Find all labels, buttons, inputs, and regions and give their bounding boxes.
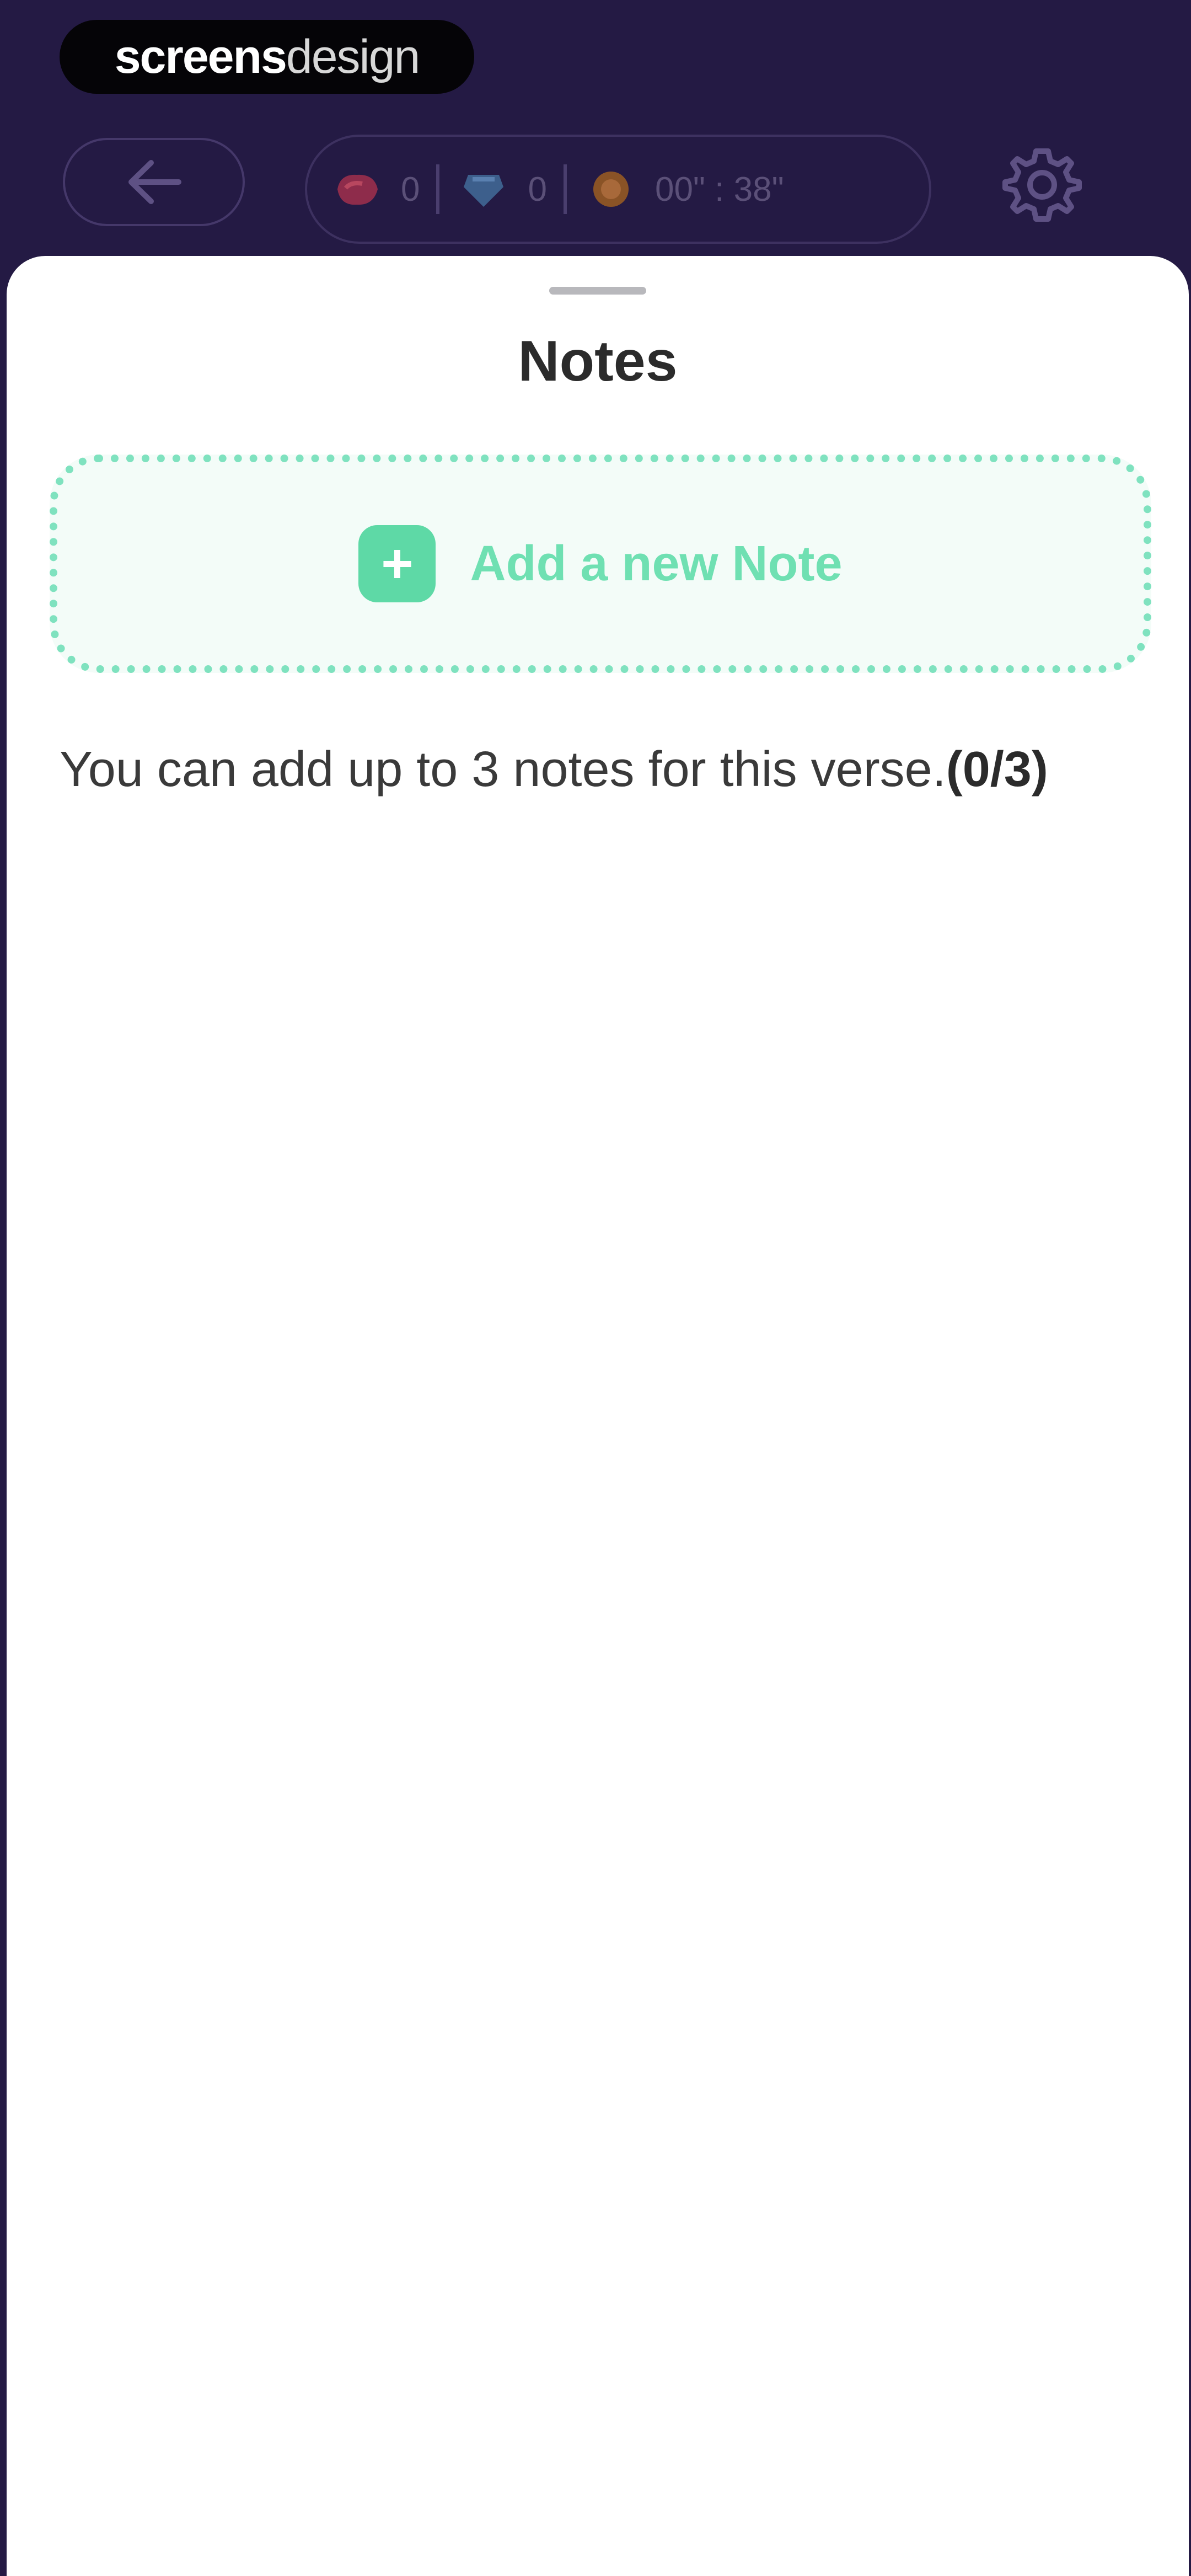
plus-icon: + <box>358 525 436 602</box>
stat-divider <box>563 164 567 214</box>
sheet-title: Notes <box>518 329 678 393</box>
add-note-button[interactable]: + Add a new Note <box>50 455 1151 673</box>
watermark-brand-bold: screens <box>114 30 287 83</box>
red-gem-icon <box>337 174 378 205</box>
top-bar: screens design 0 0 00" : 38" <box>0 0 1191 259</box>
arrow-left-icon <box>128 160 181 204</box>
amber-gem-icon <box>593 172 629 207</box>
stat-blue-value: 0 <box>528 170 547 209</box>
screensdesign-watermark: screens design <box>60 20 474 94</box>
blue-gem-icon <box>464 175 504 207</box>
notes-bottom-sheet: Notes + Add a new Note You can add up to… <box>7 256 1189 2576</box>
notes-count: (0/3) <box>946 742 1048 797</box>
notes-limit-info: You can add up to 3 notes for this verse… <box>60 741 1162 798</box>
sheet-grabber[interactable] <box>549 287 646 295</box>
back-button[interactable] <box>63 138 245 226</box>
gear-icon[interactable] <box>1001 143 1083 226</box>
notes-limit-text: You can add up to 3 notes for this verse… <box>60 742 946 797</box>
add-note-label: Add a new Note <box>470 536 843 591</box>
stat-timer-value: 00" : 38" <box>654 170 784 209</box>
stat-red-value: 0 <box>401 170 420 209</box>
watermark-brand-light: design <box>286 30 420 83</box>
stats-pill: 0 0 00" : 38" <box>305 135 931 244</box>
stat-divider <box>436 164 440 214</box>
